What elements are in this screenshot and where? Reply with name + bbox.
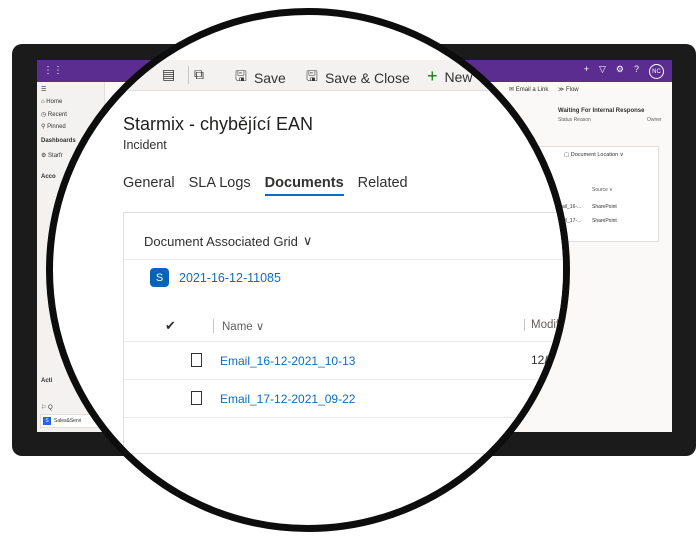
tab-related[interactable]: Related xyxy=(358,175,408,196)
side-row-2-source: SharePoint xyxy=(592,218,617,224)
divider xyxy=(124,259,563,260)
folder-row: S 2021-16-12-11085 xyxy=(150,268,281,287)
plus-icon[interactable]: + xyxy=(584,64,589,79)
avatar[interactable]: NC xyxy=(649,64,664,79)
document-grid: Document Associated Grid ∨ S 2021-16-12-… xyxy=(123,212,563,454)
document-location-button[interactable]: ▢ Document Location ∨ xyxy=(564,152,624,158)
grid-title: Document Associated Grid xyxy=(144,233,298,249)
file-modified: 1 xyxy=(531,391,538,405)
command-separator xyxy=(188,66,189,84)
column-header-name[interactable]: Name ∨ xyxy=(213,319,264,333)
file-icon xyxy=(191,353,202,367)
tab-general[interactable]: General xyxy=(123,175,175,196)
filter-icon[interactable]: ▽ xyxy=(599,64,606,79)
plus-icon: + xyxy=(427,66,438,86)
file-name-link[interactable]: Email_16-12-2021_10-13 xyxy=(220,354,355,368)
record-title: Starmix - chybějící EAN xyxy=(123,114,314,134)
help-icon[interactable]: ? xyxy=(634,64,639,79)
tab-sla-logs[interactable]: SLA Logs xyxy=(189,175,251,196)
top-bar-icons: + ▽ ⚙ ? NC xyxy=(584,64,664,79)
grid-view-selector[interactable]: Document Associated Grid ∨ xyxy=(144,233,312,249)
new-button[interactable]: + New xyxy=(427,66,473,87)
table-row[interactable]: Email_16-12-2021_10-13 12/ xyxy=(124,342,563,380)
magnifier-lens: ▤ ⧉ 🖫 Save 🖫 Save & Close + New Starmix - c… xyxy=(46,8,570,532)
tab-documents[interactable]: Documents xyxy=(264,175,344,196)
form-icon[interactable]: ▤ xyxy=(162,66,175,83)
chevron-down-icon: ∨ xyxy=(302,233,313,248)
side-row-1-source: SharePoint xyxy=(592,204,617,210)
area-icon: S xyxy=(43,417,51,425)
magnified-view: ▤ ⧉ 🖫 Save 🖫 Save & Close + New Starmix - c… xyxy=(53,15,563,525)
record-entity: Incident xyxy=(123,138,167,152)
sidebar-item-q[interactable]: ⚐ Q xyxy=(41,404,53,411)
save-close-icon: 🖫 xyxy=(306,68,318,84)
file-modified: 12/ xyxy=(531,353,548,367)
sidebar-section-acti: Acti xyxy=(41,378,53,384)
save-button[interactable]: 🖫 Save xyxy=(235,66,286,90)
select-all-checkbox[interactable]: ✔ xyxy=(165,318,176,334)
folder-link[interactable]: 2021-16-12-11085 xyxy=(179,271,281,285)
table-row[interactable]: Email_17-12-2021_09-22 1 xyxy=(124,380,563,418)
sharepoint-icon: S xyxy=(150,268,169,287)
gear-icon[interactable]: ⚙ xyxy=(616,64,624,79)
owner-label: Owner xyxy=(647,117,662,123)
popout-icon[interactable]: ⧉ xyxy=(194,66,204,83)
file-icon xyxy=(191,391,202,405)
side-row-1-name: ail_16-... xyxy=(562,204,582,210)
source-column-header: Source ∨ xyxy=(592,187,613,193)
hamburger-icon[interactable]: ☰ xyxy=(41,86,46,93)
form-tabs: General SLA Logs Documents Related xyxy=(123,175,408,196)
column-header-modified[interactable]: Modifi xyxy=(524,319,562,331)
grid-header: ✔ Name ∨ Modifi xyxy=(124,311,563,342)
save-and-close-button[interactable]: 🖫 Save & Close xyxy=(306,66,410,90)
file-name-link[interactable]: Email_17-12-2021_09-22 xyxy=(220,392,355,406)
command-bar: ▤ ⧉ 🖫 Save 🖫 Save & Close + New xyxy=(53,60,563,91)
status-reason-value: Waiting For Internal Response xyxy=(558,108,645,114)
save-icon: 🖫 xyxy=(235,68,247,84)
